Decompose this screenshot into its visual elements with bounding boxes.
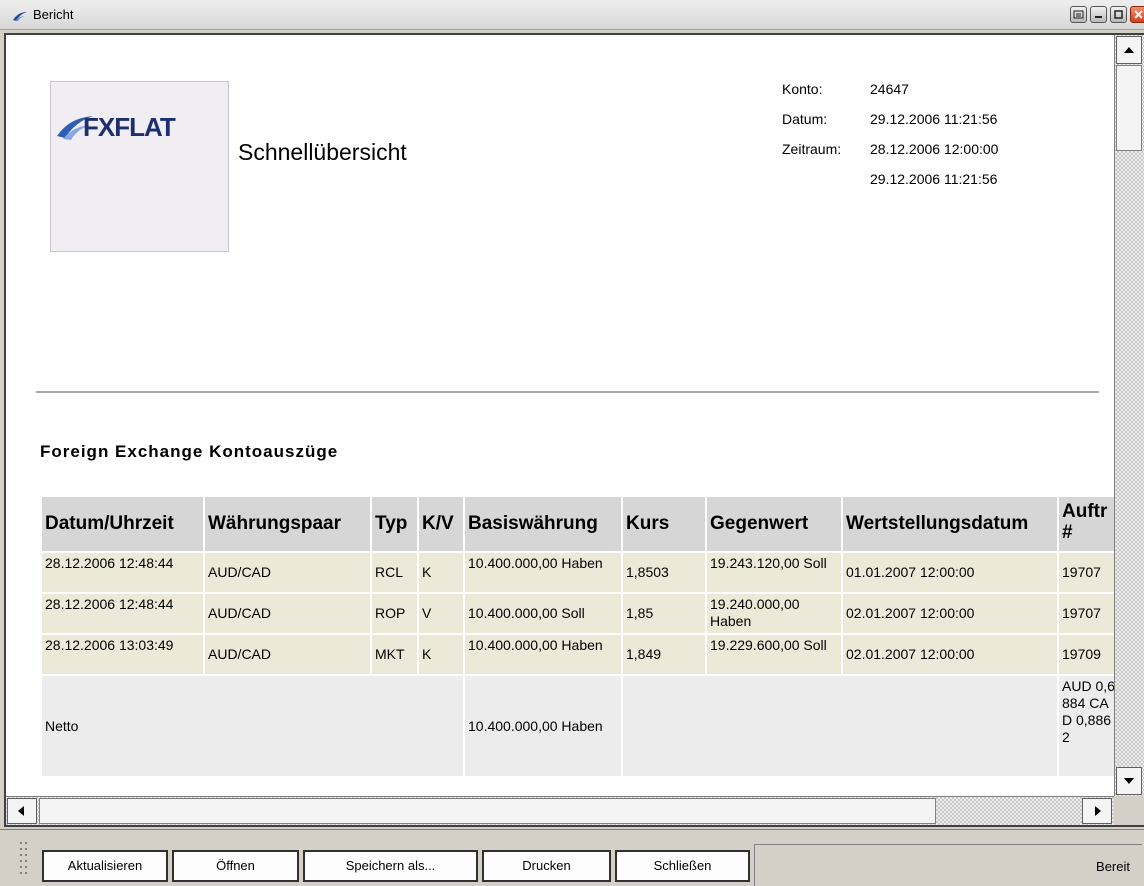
arrow-right-icon <box>1095 806 1101 816</box>
window-menu-button[interactable] <box>1070 6 1087 23</box>
minimize-button[interactable] <box>1090 6 1107 23</box>
table-cell: AUD/CAD <box>205 553 370 592</box>
table-cell: 01.01.2007 12:00:00 <box>843 553 1057 592</box>
table-cell: 1,849 <box>623 635 705 674</box>
table-cell: 19.243.120,00 Soll <box>707 553 841 592</box>
toolbar-grip-icon[interactable] <box>18 840 32 878</box>
table-cell: 10.400.000,00 Haben <box>465 553 621 592</box>
close-button[interactable] <box>1130 6 1144 23</box>
scroll-up-button[interactable] <box>1116 36 1142 64</box>
arrow-left-icon <box>18 806 24 816</box>
company-logo: FXFLAT <box>50 81 229 252</box>
logo-text: FXFLAT <box>83 112 176 142</box>
section-title: Foreign Exchange Kontoauszüge <box>40 442 339 461</box>
scroll-left-button[interactable] <box>7 798 37 824</box>
column-header: Wertstellungsdatum <box>843 497 1057 551</box>
net-label: Netto <box>42 676 463 776</box>
table-cell: 10.400.000,00 Soll <box>465 594 621 633</box>
scroll-right-button[interactable] <box>1082 798 1112 824</box>
table-cell: AUD/CAD <box>205 635 370 674</box>
open-button[interactable]: Öffnen <box>172 850 299 882</box>
table-cell: 1,8503 <box>623 553 705 592</box>
vertical-scroll-thumb[interactable] <box>1116 65 1142 151</box>
close-report-button[interactable]: Schließen <box>615 850 750 882</box>
table-cell: 19707 <box>1059 553 1114 592</box>
table-cell: 28.12.2006 13:03:49 <box>42 635 203 674</box>
save-as-button[interactable]: Speichern als... <box>303 850 478 882</box>
column-header: Kurs <box>623 497 705 551</box>
meta-label: Konto: <box>782 81 823 97</box>
column-header: Währungspaar <box>205 497 370 551</box>
column-header: Typ <box>372 497 417 551</box>
meta-value: 29.12.2006 11:21:56 <box>870 111 998 127</box>
table-cell: 10.400.000,00 Haben <box>465 635 621 674</box>
column-header: Auftr # <box>1059 497 1114 551</box>
report-frame: FXFLAT Schnellübersicht Konto: 24647 Dat… <box>4 33 1144 827</box>
app-icon <box>12 9 28 27</box>
table-cell: ROP <box>372 594 417 633</box>
table-cell: 19.229.600,00 Soll <box>707 635 841 674</box>
meta-label: Datum: <box>782 111 828 127</box>
table-cell: 28.12.2006 12:48:44 <box>42 594 203 633</box>
column-header: Datum/Uhrzeit <box>42 497 203 551</box>
table-cell: 19707 <box>1059 594 1114 633</box>
column-header: K/V <box>419 497 463 551</box>
maximize-button[interactable] <box>1110 6 1127 23</box>
table-cell: 19709 <box>1059 635 1114 674</box>
meta-value: 24647 <box>870 81 909 97</box>
horizontal-scroll-thumb[interactable] <box>39 798 936 824</box>
window-title: Bericht <box>33 7 74 22</box>
table-cell: MKT <box>372 635 417 674</box>
table-cell: 19.240.000,00 Haben <box>707 594 841 633</box>
scrollbar-corner <box>1114 796 1144 825</box>
table-cell: V <box>419 594 463 633</box>
bottom-toolbar: Aktualisieren Öffnen Speichern als... Dr… <box>0 829 1144 886</box>
column-header: Basiswährung <box>465 497 621 551</box>
vertical-scrollbar[interactable] <box>1114 35 1144 796</box>
meta-value: 28.12.2006 12:00:00 <box>870 141 999 157</box>
report-title: Schnellübersicht <box>238 139 407 165</box>
table-cell: K <box>419 635 463 674</box>
table-cell: RCL <box>372 553 417 592</box>
table-cell: 02.01.2007 12:00:00 <box>843 594 1057 633</box>
section-divider <box>36 391 1099 393</box>
meta-value: 29.12.2006 11:21:56 <box>870 171 998 187</box>
scroll-down-button[interactable] <box>1116 767 1142 795</box>
refresh-button[interactable]: Aktualisieren <box>42 850 168 882</box>
arrow-up-icon <box>1124 47 1134 53</box>
report-viewport: FXFLAT Schnellübersicht Konto: 24647 Dat… <box>6 35 1114 796</box>
print-button[interactable]: Drucken <box>482 850 611 882</box>
table-cell: 02.01.2007 12:00:00 <box>843 635 1057 674</box>
title-bar: Bericht <box>0 0 1144 30</box>
net-empty <box>623 676 1057 776</box>
table-cell: 1,85 <box>623 594 705 633</box>
net-rates: AUD 0,6884 CAD 0,8862 <box>1059 676 1114 776</box>
meta-label: Zeitraum: <box>782 141 842 157</box>
table-cell: K <box>419 553 463 592</box>
table-cell: 28.12.2006 12:48:44 <box>42 553 203 592</box>
table-cell: AUD/CAD <box>205 594 370 633</box>
net-base: 10.400.000,00 Haben <box>465 676 621 776</box>
status-text: Bereit <box>754 844 1142 886</box>
column-header: Gegenwert <box>707 497 841 551</box>
arrow-down-icon <box>1124 778 1134 784</box>
horizontal-scrollbar[interactable] <box>6 796 1114 825</box>
